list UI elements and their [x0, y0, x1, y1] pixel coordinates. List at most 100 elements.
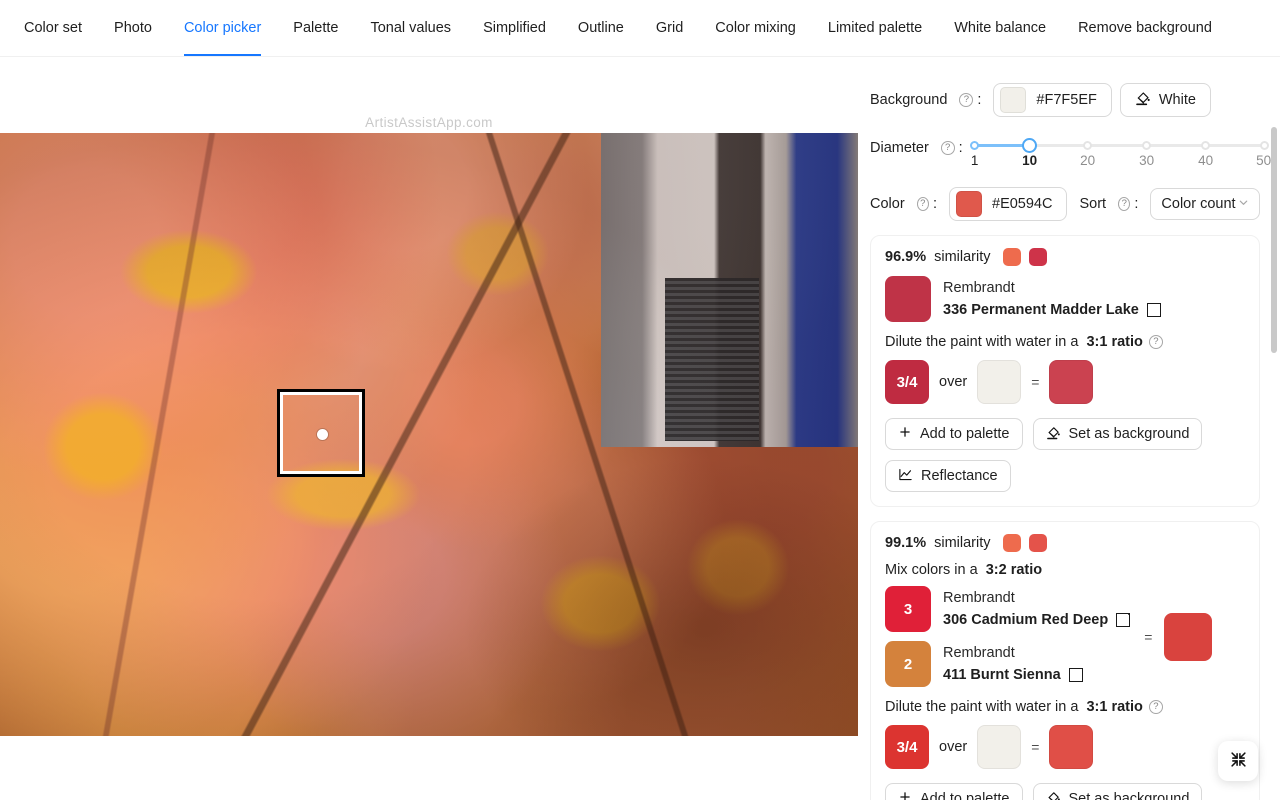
equals-sign: = — [1031, 374, 1040, 390]
dilute-help-icon[interactable]: ? — [1148, 335, 1163, 349]
slider-label-10: 10 — [1022, 153, 1038, 168]
slider-tick-20[interactable] — [1083, 141, 1093, 150]
slider-tick-labels: 1 10 20 30 40 50 — [971, 153, 1271, 171]
tab-color-set[interactable]: Color set — [8, 0, 98, 56]
tab-label: Outline — [577, 20, 624, 36]
paint-entry[interactable]: Rembrandt 336 Permanent Madder Lake — [885, 276, 1245, 322]
tab-label: Palette — [293, 20, 339, 36]
paint-swatch: 2 — [885, 641, 931, 687]
background-help-icon[interactable]: ? — [959, 93, 974, 107]
background-label: Background — [870, 92, 948, 108]
similarity-row: 99.1% similarity — [885, 534, 1245, 552]
dilute-ratio: 3:1 ratio — [1086, 699, 1143, 715]
background-color-value: #F7F5EF — [1036, 92, 1097, 108]
similarity-percent: 96.9% — [885, 249, 927, 265]
paint-bucket-icon — [1046, 790, 1061, 800]
paint-bucket-icon — [1046, 425, 1061, 444]
paint-name-row: 336 Permanent Madder Lake — [943, 299, 1161, 321]
paint-name-row: 306 Cadmium Red Deep — [943, 609, 1131, 631]
tab-outline[interactable]: Outline — [562, 0, 640, 56]
slider-tick-30[interactable] — [1142, 141, 1152, 150]
paint-result-card: 96.9% similarity Rembrandt 336 Permanent… — [870, 235, 1260, 507]
set-as-background-button[interactable]: Set as background — [1032, 783, 1203, 800]
tab-label: Remove background — [1078, 20, 1212, 36]
collapse-arrows-icon — [1230, 751, 1247, 771]
photo-layer-shading — [0, 133, 858, 736]
tab-white-balance[interactable]: White balance — [938, 0, 1062, 56]
paint-swatch: 3 — [885, 586, 931, 632]
dilute-result-swatch — [1049, 360, 1094, 404]
mix-note: Mix colors in a 3:2 ratio — [885, 562, 1245, 578]
tab-label: Simplified — [483, 20, 546, 36]
set-as-background-label: Set as background — [1068, 791, 1190, 800]
similarity-target-swatch — [1002, 534, 1021, 552]
set-white-background-button[interactable]: White — [1119, 83, 1211, 117]
reflectance-button[interactable]: Reflectance — [885, 460, 1011, 492]
dilute-help-icon[interactable]: ? — [1148, 700, 1163, 714]
paint-entry[interactable]: 3 Rembrandt 306 Cadmium Red Deep — [885, 586, 1131, 632]
tab-palette[interactable]: Palette — [277, 0, 354, 56]
dilute-note: Dilute the paint with water in a 3:1 rat… — [885, 699, 1245, 715]
panel-scrollbar-thumb[interactable] — [1271, 127, 1277, 353]
sort-help-icon[interactable]: ? — [1118, 197, 1131, 211]
paint-swatch — [885, 276, 931, 322]
similarity-row: 96.9% similarity — [885, 248, 1245, 266]
card-actions: Add to palette Set as background — [885, 783, 1245, 800]
paint-opacity-icon — [1116, 613, 1131, 627]
tab-simplified[interactable]: Simplified — [467, 0, 562, 56]
reflectance-label: Reflectance — [921, 468, 998, 484]
tab-limited-palette[interactable]: Limited palette — [812, 0, 938, 56]
slider-tick-50[interactable] — [1260, 141, 1270, 150]
diameter-row: Diameter ? : 1 10 20 30 40 50 — [870, 131, 1271, 168]
slider-tick-1[interactable] — [970, 141, 980, 150]
paint-name: 306 Cadmium Red Deep — [943, 612, 1109, 628]
watermark: ArtistAssistApp.com — [365, 115, 493, 130]
tab-label: Tonal values — [370, 20, 452, 36]
tab-remove-background[interactable]: Remove background — [1062, 0, 1228, 56]
tab-label: White balance — [954, 20, 1047, 36]
tab-label: Limited palette — [827, 20, 923, 36]
tab-label: Color set — [24, 20, 83, 36]
paint-parts: 2 — [903, 655, 913, 673]
paint-meta: Rembrandt 411 Burnt Sienna — [943, 641, 1083, 686]
paint-meta: Rembrandt 306 Cadmium Red Deep — [943, 586, 1131, 631]
dilute-row: 3/4 over = — [885, 360, 1245, 404]
similarity-suffix: similarity — [934, 535, 991, 551]
sort-selected-value: Color count — [1161, 196, 1236, 212]
picked-color-button[interactable]: #E0594C — [949, 187, 1068, 221]
color-help-icon[interactable]: ? — [916, 197, 929, 211]
paint-opacity-icon — [1146, 303, 1161, 317]
background-color-button[interactable]: #F7F5EF — [993, 83, 1112, 117]
tab-color-picker[interactable]: Color picker — [168, 0, 277, 56]
mix-paint-list: 3 Rembrandt 306 Cadmium Red Deep 2 Rembr… — [885, 586, 1131, 687]
picked-color-value: #E0594C — [992, 196, 1053, 212]
color-colon: : — [932, 196, 937, 212]
dilute-row: 3/4 over = — [885, 725, 1245, 769]
paint-entry[interactable]: 2 Rembrandt 411 Burnt Sienna — [885, 641, 1130, 687]
slider-label-30: 30 — [1139, 153, 1155, 168]
photo-image-autumn-leaves[interactable] — [0, 133, 858, 736]
collapse-panel-button[interactable] — [1218, 741, 1258, 781]
paint-brand: Rembrandt — [943, 645, 1015, 661]
set-as-background-button[interactable]: Set as background — [1032, 418, 1203, 450]
add-to-palette-button[interactable]: Add to palette — [885, 418, 1023, 450]
slider-thumb[interactable] — [1022, 138, 1038, 153]
mix-wrap: 3 Rembrandt 306 Cadmium Red Deep 2 Rembr… — [885, 586, 1245, 687]
add-to-palette-button[interactable]: Add to palette — [885, 783, 1023, 800]
slider-tick-40[interactable] — [1201, 141, 1211, 150]
color-sort-row: Color ? : #E0594C Sort ? : Color count — [870, 187, 1261, 221]
tab-label: Color mixing — [715, 20, 796, 36]
photo-canvas[interactable]: ArtistAssistApp.com — [0, 57, 858, 800]
dilute-fraction-label: 3/4 — [896, 373, 918, 391]
tab-tonal-values[interactable]: Tonal values — [354, 0, 467, 56]
tab-grid[interactable]: Grid — [640, 0, 699, 56]
tab-color-mixing[interactable]: Color mixing — [699, 0, 812, 56]
add-to-palette-label: Add to palette — [920, 791, 1010, 800]
diameter-help-icon[interactable]: ? — [940, 141, 955, 155]
sort-select[interactable]: Color count — [1150, 188, 1261, 220]
tab-photo[interactable]: Photo — [98, 0, 168, 56]
diameter-slider[interactable]: 1 10 20 30 40 50 — [970, 131, 1271, 168]
similarity-percent: 99.1% — [885, 535, 927, 551]
mix-result-swatch — [1164, 612, 1213, 661]
paint-bucket-icon — [1135, 90, 1151, 110]
